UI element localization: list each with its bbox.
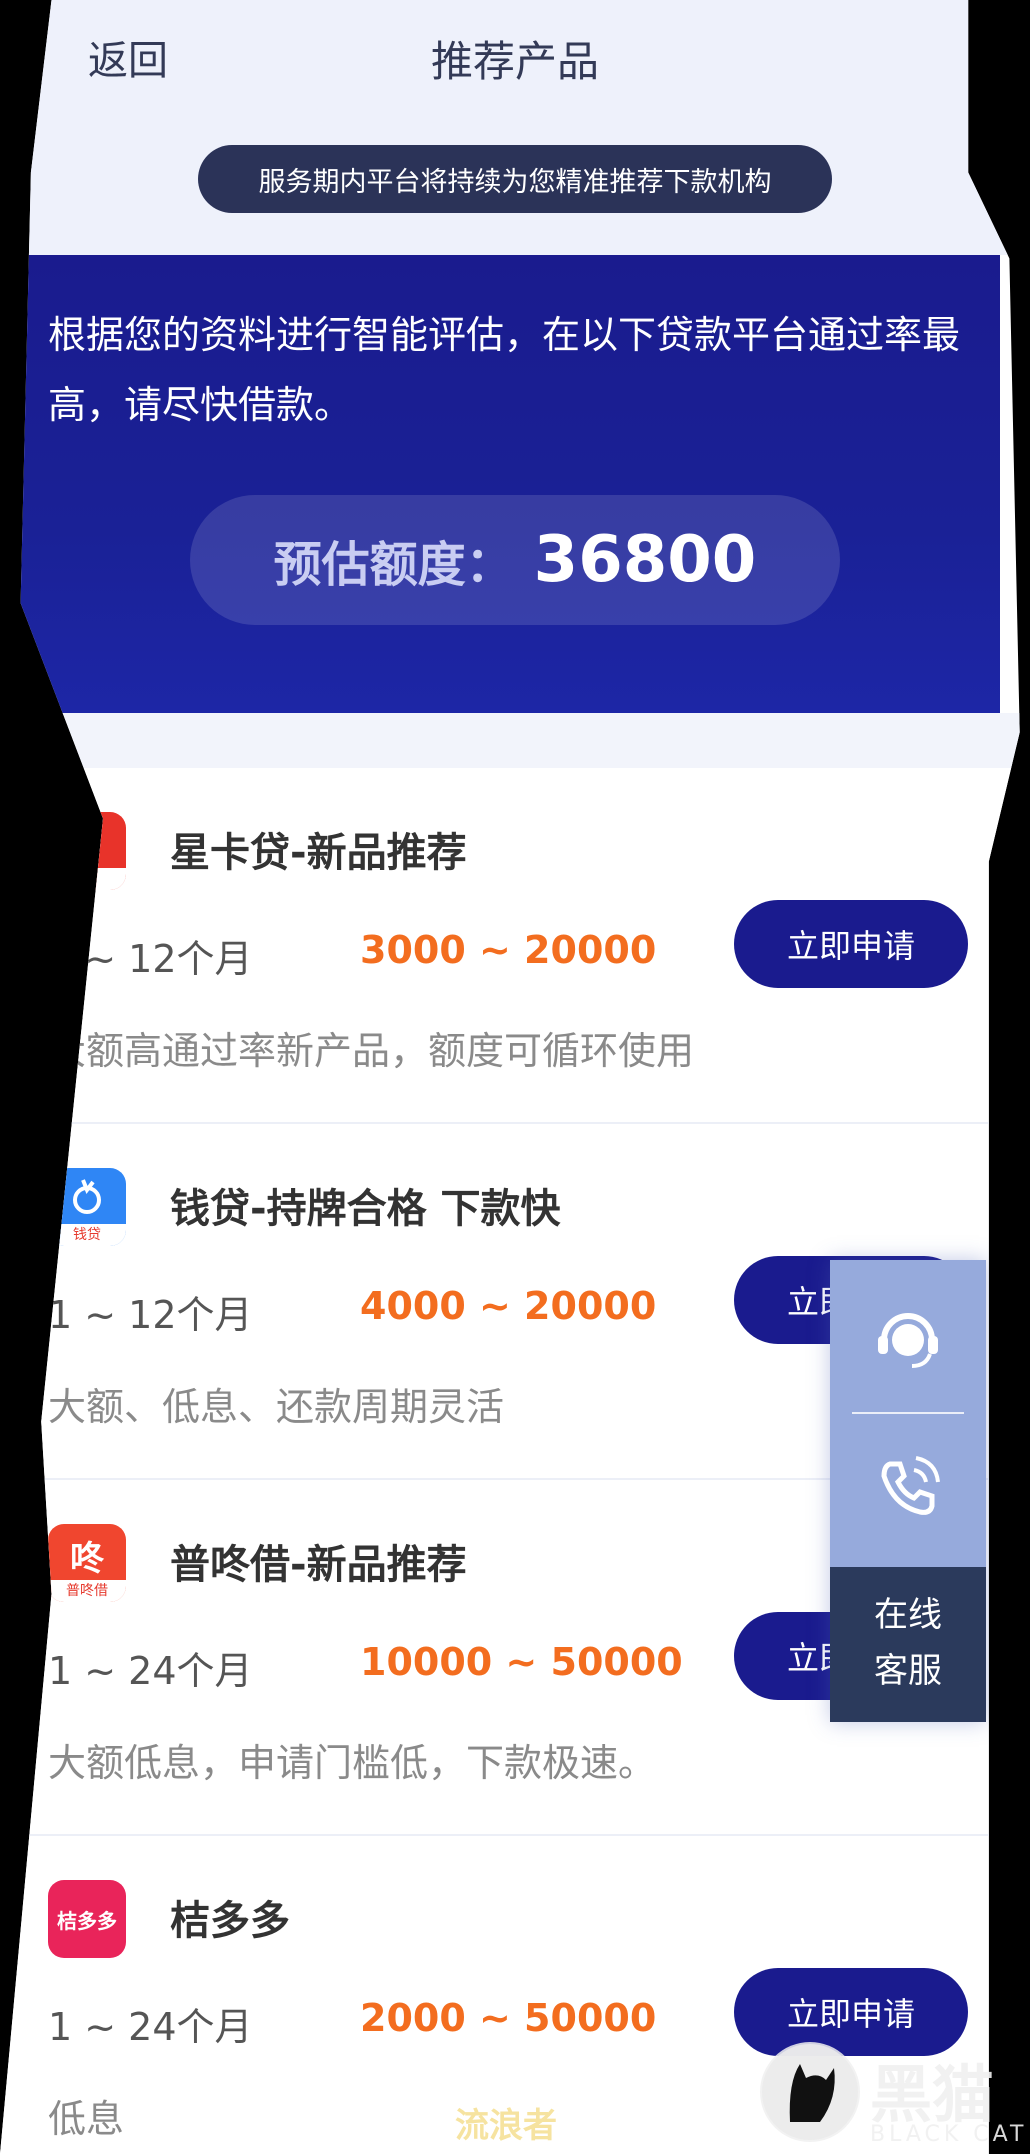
product-description: 大额低息，申请门槛低，下款极速。 xyxy=(48,1741,657,1785)
loan-term: 1 ~ 12个月 xyxy=(48,937,253,981)
product-description: 大额高通过率新产品，额度可循环使用 xyxy=(48,1029,695,1073)
loan-amount: 4000 ~ 20000 xyxy=(360,1284,657,1328)
loan-amount: 3000 ~ 20000 xyxy=(360,928,657,972)
logo-glyph: 桔多多 xyxy=(57,1908,117,1933)
watermark-brand: 黑猫 xyxy=(870,2058,995,2131)
quota-value: 36800 xyxy=(533,523,757,597)
product-item[interactable]: 贷 星卡贷-新品推荐 1 ~ 12个月 3000 ~ 20000 立即申请 大额… xyxy=(0,768,1020,1124)
app-screen: 返回 推荐产品 服务期内平台将持续为您精准推荐下款机构 根据您的资料进行智能评估… xyxy=(0,0,1020,2154)
logo-glyph: 咚 xyxy=(70,1538,104,1579)
logo-caption: 普咚借 xyxy=(48,1580,126,1602)
headset-icon[interactable] xyxy=(870,1300,946,1376)
loan-term: 1 ~ 24个月 xyxy=(48,2005,253,2049)
loan-amount: 2000 ~ 50000 xyxy=(360,1996,657,2040)
quota-pill: 预估额度： 36800 xyxy=(190,495,840,625)
logo-caption: 贷 xyxy=(48,868,126,890)
header: 返回 推荐产品 服务期内平台将持续为您精准推荐下款机构 xyxy=(0,0,1020,255)
product-name: 桔多多 xyxy=(170,1898,290,1944)
page-title: 推荐产品 xyxy=(430,37,599,86)
customer-service-widget[interactable]: 在线 客服 xyxy=(830,1260,986,1722)
online-service-button[interactable]: 在线 客服 xyxy=(830,1567,986,1722)
watermark-user: 流浪者 xyxy=(455,2106,557,2146)
product-description: 大额、低息、还款周期灵活 xyxy=(48,1385,505,1429)
watermark-brand-en: BLACK CAT xyxy=(870,2122,1028,2147)
assessment-text: 根据您的资料进行智能评估，在以下贷款平台通过率最高，请尽快借款。 xyxy=(48,313,961,427)
loan-amount: 10000 ~ 50000 xyxy=(360,1640,683,1684)
product-logo-icon: 钱贷 xyxy=(48,1168,126,1246)
product-logo-icon: 咚 普咚借 xyxy=(48,1524,126,1602)
section-spacer xyxy=(0,713,1020,768)
loan-term: 1 ~ 12个月 xyxy=(48,1293,253,1337)
black-cat-logo-icon xyxy=(760,2042,860,2142)
widget-divider xyxy=(852,1412,964,1414)
phone-icon[interactable] xyxy=(870,1450,946,1526)
service-notice: 服务期内平台将持续为您精准推荐下款机构 xyxy=(198,145,832,213)
product-logo-icon: 贷 xyxy=(48,812,126,890)
product-logo-icon: 桔多多 xyxy=(48,1880,126,1958)
product-description: 低息 xyxy=(48,2097,125,2141)
kangaroo-icon xyxy=(73,1179,101,1214)
product-name: 普咚借-新品推荐 xyxy=(170,1542,467,1588)
loan-term: 1 ~ 24个月 xyxy=(48,1649,253,1693)
quota-label: 预估额度： xyxy=(273,537,514,593)
watermark: 黑猫 BLACK CAT xyxy=(760,2030,1030,2154)
product-name: 钱贷-持牌合格 下款快 xyxy=(170,1186,561,1232)
logo-caption: 钱贷 xyxy=(48,1224,126,1246)
product-name: 星卡贷-新品推荐 xyxy=(170,830,467,876)
apply-button[interactable]: 立即申请 xyxy=(734,900,968,988)
assessment-banner: 根据您的资料进行智能评估，在以下贷款平台通过率最高，请尽快借款。 预估额度： 3… xyxy=(0,255,1000,713)
